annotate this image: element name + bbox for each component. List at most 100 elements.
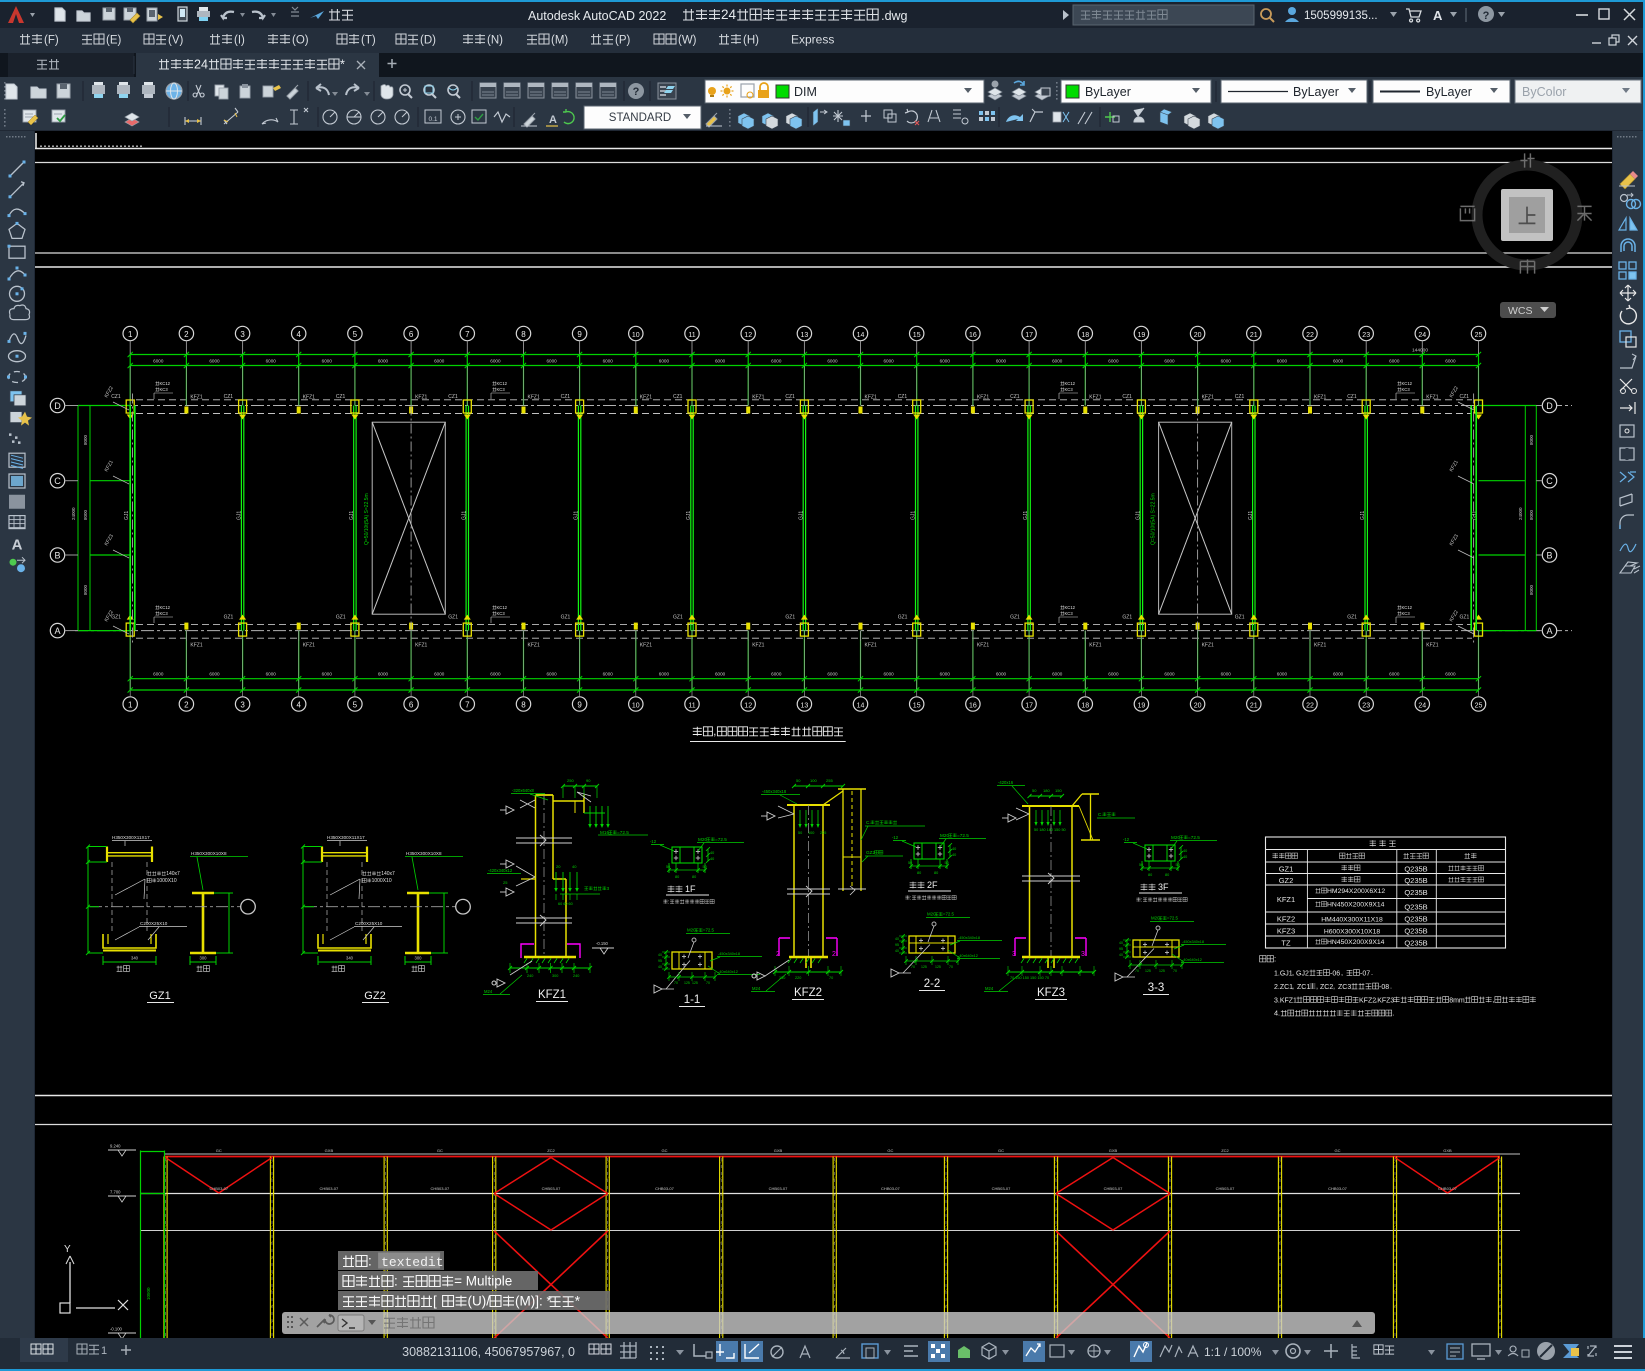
svg-text:GZ2: GZ2 (364, 990, 385, 1002)
svg-text:GJ1: GJ1 (461, 511, 467, 520)
svg-text:TZ: TZ (1281, 939, 1291, 948)
svg-text:CZ1: CZ1 (1235, 394, 1245, 400)
svg-text:M20: M20 (940, 833, 950, 838)
svg-text:Express: Express (791, 33, 834, 47)
svg-text:140x7: 140x7 (381, 871, 395, 877)
svg-text:23: 23 (1362, 703, 1370, 710)
svg-text:GJ1: GJ1 (1023, 511, 1029, 520)
svg-text:24000: 24000 (71, 507, 76, 520)
svg-text:(N): (N) (487, 35, 503, 47)
svg-text:GC: GC (887, 1148, 893, 1153)
svg-text:-40x640x12: -40x640x12 (718, 970, 738, 974)
svg-text:.dwg: .dwg (881, 9, 907, 23)
svg-text:(F): (F) (44, 35, 59, 47)
svg-text:8000: 8000 (1529, 509, 1534, 520)
svg-text:CHB03-07: CHB03-07 (320, 1186, 339, 1191)
svg-text:3: 3 (1081, 951, 1085, 958)
svg-text:HM294X200X6X12: HM294X200X6X12 (1327, 888, 1385, 895)
svg-text:CZ1: CZ1 (1010, 394, 1020, 400)
svg-text:12: 12 (744, 332, 752, 339)
svg-text:KC12: KC12 (1402, 605, 1413, 610)
svg-text:=72.5: =72.5 (1167, 916, 1179, 921)
svg-text:70: 70 (1173, 969, 1177, 973)
svg-text:KFZ1: KFZ1 (528, 395, 540, 401)
svg-text:3: 3 (607, 886, 610, 891)
svg-text:-07: -07 (1360, 971, 1370, 978)
svg-text:KC12: KC12 (1065, 381, 1076, 386)
svg-text:6000: 6000 (659, 672, 670, 677)
svg-text:KC3: KC3 (1065, 611, 1074, 616)
svg-text:GZ1: GZ1 (1347, 615, 1357, 621)
svg-text:8: 8 (521, 701, 526, 710)
svg-text:40: 40 (710, 851, 714, 855)
svg-text:GZ1: GZ1 (149, 990, 170, 1002)
svg-text:40: 40 (1119, 953, 1123, 957)
svg-text:.: . (1392, 1009, 1394, 1018)
svg-text:A: A (1433, 8, 1443, 23)
svg-text:GJ1: GJ1 (686, 511, 692, 520)
svg-text:16: 16 (969, 703, 977, 710)
svg-text:21: 21 (1250, 703, 1258, 710)
svg-text:80: 80 (675, 875, 679, 879)
svg-text:KFZ1: KFZ1 (190, 395, 202, 401)
svg-text:GZ2: GZ2 (866, 850, 876, 855)
svg-text:KFZ2: KFZ2 (1277, 915, 1295, 924)
svg-text:3: 3 (1012, 951, 1016, 958)
svg-text:25: 25 (503, 880, 508, 885)
svg-text:1-1: 1-1 (684, 994, 701, 1006)
svg-text:15: 15 (913, 703, 921, 710)
svg-text:WCS: WCS (1508, 305, 1533, 317)
svg-text:-320x640x8: -320x640x8 (512, 788, 535, 793)
svg-text:CZ1: CZ1 (1347, 394, 1357, 400)
svg-text:6000: 6000 (266, 358, 277, 363)
svg-text:300: 300 (200, 956, 208, 961)
svg-text:=72.5: =72.5 (703, 928, 715, 933)
svg-text:6000: 6000 (771, 672, 782, 677)
svg-text:A: A (12, 536, 23, 553)
svg-text:95: 95 (895, 943, 899, 947)
svg-text:KFZ3: KFZ3 (1277, 927, 1295, 936)
svg-text:6: 6 (409, 330, 414, 339)
svg-text:(U)/: (U)/ (468, 1294, 491, 1309)
svg-text:HN450X200X9X14: HN450X200X9X14 (1327, 939, 1385, 946)
svg-text:40: 40 (895, 937, 899, 941)
svg-text:GZ2: GZ2 (1279, 876, 1294, 885)
svg-text:,: , (1492, 995, 1494, 1004)
svg-text:-12: -12 (1123, 837, 1130, 842)
svg-text:6000: 6000 (1221, 358, 1232, 363)
svg-text:14: 14 (857, 703, 865, 710)
svg-text:-40x640x12: -40x640x12 (1182, 958, 1202, 962)
svg-text:125: 125 (1159, 969, 1165, 973)
svg-text:(E): (E) (106, 35, 122, 47)
svg-text:6000: 6000 (434, 358, 445, 363)
svg-text:80: 80 (917, 871, 921, 875)
svg-text:95: 95 (658, 959, 662, 963)
svg-text:HN450X200X9X14: HN450X200X9X14 (1327, 902, 1385, 909)
svg-text:18: 18 (1081, 703, 1089, 710)
svg-text:6000: 6000 (322, 672, 333, 677)
svg-text:22: 22 (1306, 703, 1314, 710)
svg-text:-12: -12 (650, 839, 657, 844)
svg-text:H350X300X11X17: H350X300X11X17 (112, 835, 150, 840)
svg-text:50: 50 (703, 865, 707, 869)
svg-text:KFZ1: KFZ1 (415, 643, 427, 649)
svg-text:6000: 6000 (1277, 358, 1288, 363)
svg-text:CZ1: CZ1 (1460, 394, 1470, 400)
svg-text:1F: 1F (685, 884, 696, 894)
svg-text:CHB03-07: CHB03-07 (655, 1186, 674, 1191)
svg-text:GC: GC (662, 1148, 668, 1153)
svg-text:Q235B: Q235B (1404, 939, 1427, 948)
svg-text:240: 240 (527, 974, 533, 978)
svg-text::: : (1274, 955, 1276, 964)
svg-text:6000: 6000 (153, 358, 164, 363)
svg-text:GJ1: GJ1 (349, 511, 355, 520)
svg-text:GJ1: GJ1 (124, 511, 130, 520)
svg-text:GC: GC (437, 1148, 443, 1153)
svg-text:50: 50 (1139, 863, 1143, 867)
svg-text:13: 13 (801, 332, 809, 339)
svg-text:40: 40 (1119, 941, 1123, 945)
svg-text:KC12: KC12 (1402, 381, 1413, 386)
svg-text:Y: Y (64, 1244, 71, 1255)
svg-text:M20: M20 (927, 912, 936, 917)
svg-text:2: 2 (184, 701, 189, 710)
